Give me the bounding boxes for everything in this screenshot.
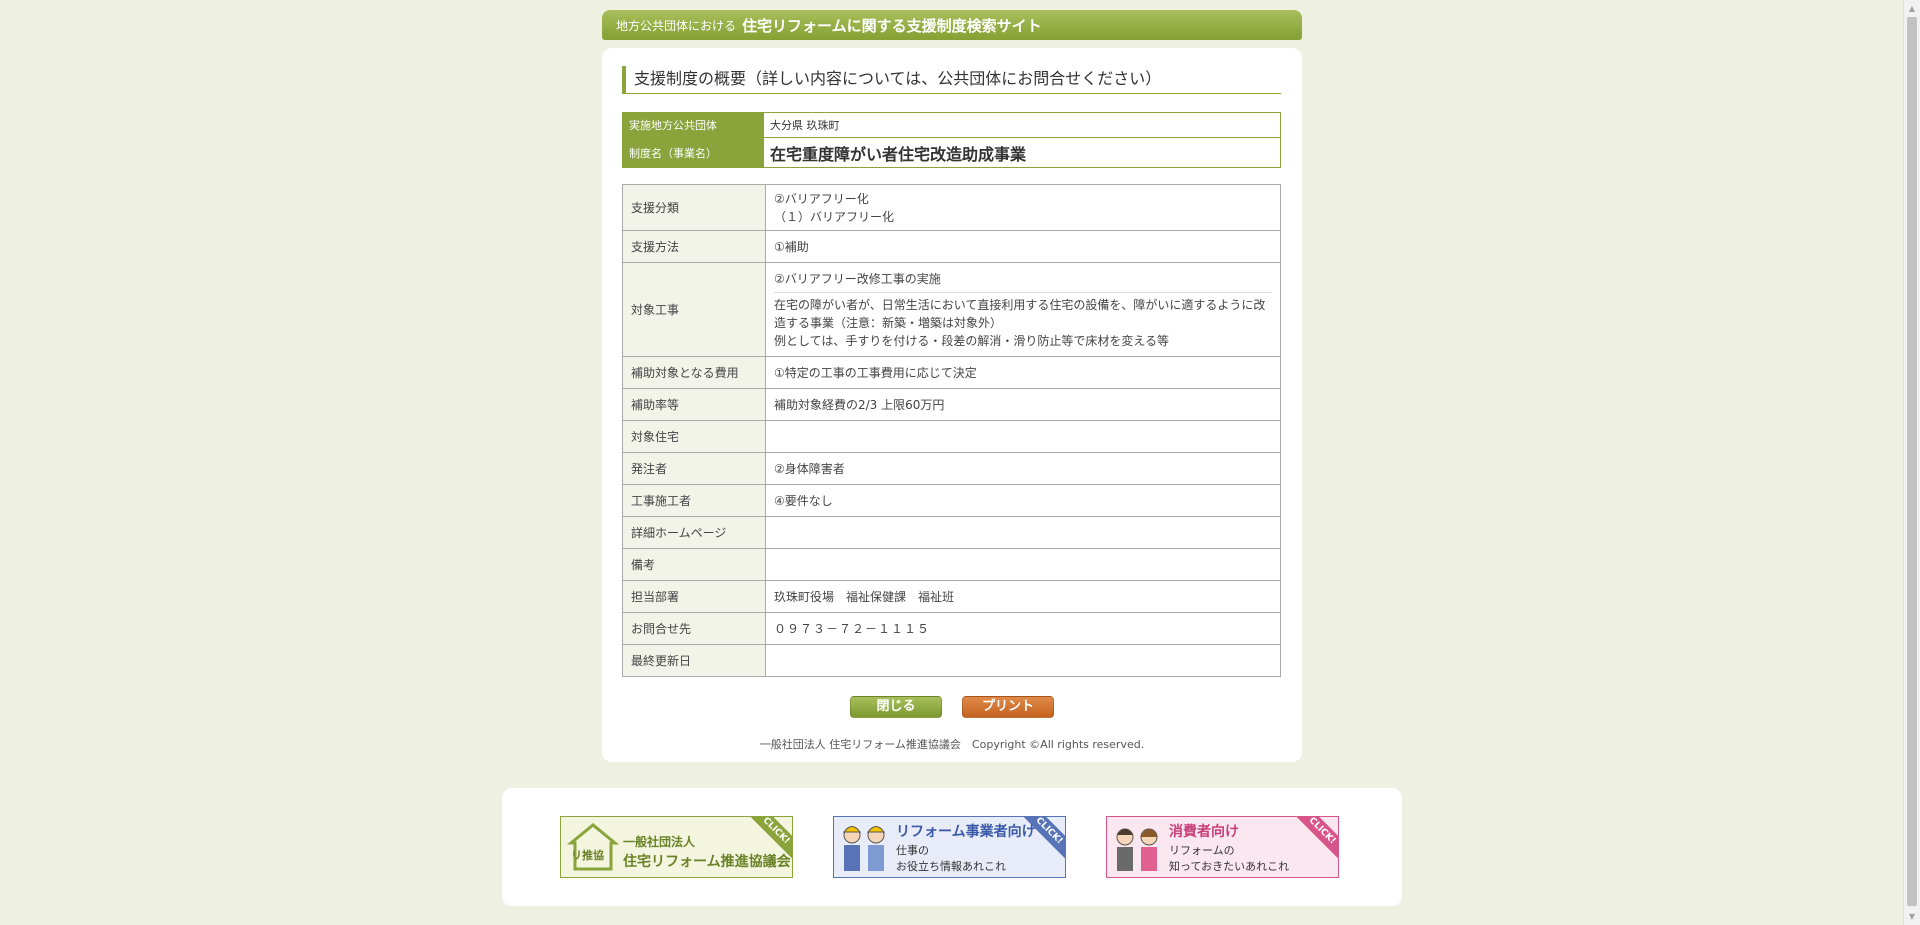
table-row: 発注者 ②身体障害者 [622, 452, 1281, 485]
close-button[interactable]: 閉じる [850, 696, 942, 718]
banner-business-line2: 仕事の [896, 844, 929, 857]
banner-association-line1: 一般社団法人 [623, 835, 696, 849]
table-row: 備考 [622, 548, 1281, 581]
banner-consumer-line1: 消費者向け [1169, 824, 1239, 840]
banner-association-line2: 住宅リフォーム推進協議会 [623, 854, 791, 870]
rate-value: 補助対象経費の2/3 上限60万円 [765, 388, 1281, 421]
work-value: ②バリアフリー改修工事の実施 在宅の障がい者が、日常生活において直接利用する住宅… [765, 262, 1281, 357]
scroll-thumb[interactable] [1907, 17, 1917, 906]
banner-consumer-line3: 知っておきたいあれこれ [1169, 860, 1290, 873]
banner-consumer[interactable]: CLICK! 消費者向け リフォームの 知っておきたいあれこれ [1106, 816, 1339, 878]
org-value: 大分県 玖珠町 [763, 112, 1281, 138]
summary-row-name: 制度名（事業名） 在宅重度障がい者住宅改造助成事業 [622, 137, 1281, 168]
summary-row-org: 実施地方公共団体 大分県 玖珠町 [622, 112, 1281, 138]
logo-text: リ推協 [571, 849, 604, 862]
remarks-value [765, 548, 1281, 581]
homepage-value[interactable] [765, 516, 1281, 549]
family-icon [1116, 828, 1158, 871]
category-line2: （１）バリアフリー化 [774, 209, 895, 224]
detail-table: 支援分類 ②バリアフリー化 （１）バリアフリー化 支援方法 ①補助 対象工事 ②… [622, 184, 1281, 677]
banner-business[interactable]: CLICK! リフォーム事業者向け 仕事の お役立ち情報あれこれ [833, 816, 1066, 878]
scroll-down-arrow-icon[interactable]: ▼ [1904, 908, 1920, 925]
orderer-value: ②身体障害者 [765, 452, 1281, 485]
banner-consumer-line2: リフォームの [1169, 844, 1235, 857]
banner-association[interactable]: CLICK! リ推協 一般社団法人 住宅リフォーム推進協議会 [560, 816, 793, 878]
table-row: お問合せ先 ０９７３－７２－１１１５ [622, 612, 1281, 645]
category-value: ②バリアフリー化 （１）バリアフリー化 [765, 184, 1281, 231]
banner-business-line1: リフォーム事業者向け [896, 824, 1036, 840]
work-examples: 例としては、手すりを付ける・段差の解消・滑り防止等で床材を変える等 [774, 333, 1170, 348]
copyright: 一般社団法人 住宅リフォーム推進協議会 Copyright ©All right… [759, 738, 1145, 751]
summary-table: 実施地方公共団体 大分県 玖珠町 制度名（事業名） 在宅重度障がい者住宅改造助成… [622, 112, 1281, 168]
org-label: 実施地方公共団体 [622, 112, 764, 138]
housing-label: 対象住宅 [622, 420, 766, 453]
table-row: 対象住宅 [622, 420, 1281, 453]
print-button[interactable]: プリント [962, 696, 1054, 718]
category-label: 支援分類 [622, 184, 766, 231]
work-label: 対象工事 [622, 262, 766, 357]
cost-label: 補助対象となる費用 [622, 356, 766, 389]
updated-label: 最終更新日 [622, 644, 766, 677]
work-title: ②バリアフリー改修工事の実施 [774, 271, 941, 286]
contact-value: ０９７３－７２－１１１５ [765, 612, 1281, 645]
table-row: 担当部署 玖珠町役場 福祉保健課 福祉班 [622, 580, 1281, 613]
homepage-label: 詳細ホームページ [622, 516, 766, 549]
dept-value: 玖珠町役場 福祉保健課 福祉班 [765, 580, 1281, 613]
category-line1: ②バリアフリー化 [774, 191, 869, 206]
banner-card: CLICK! リ推協 一般社団法人 住宅リフォーム推進協議会 CLICK! リフ… [502, 788, 1402, 906]
housing-value [765, 420, 1281, 453]
method-label: 支援方法 [622, 230, 766, 263]
table-row: 対象工事 ②バリアフリー改修工事の実施 在宅の障がい者が、日常生活において直接利… [622, 262, 1281, 357]
orderer-label: 発注者 [622, 452, 766, 485]
table-row: 補助対象となる費用 ①特定の工事の工事費用に応じて決定 [622, 356, 1281, 389]
contact-label: お問合せ先 [622, 612, 766, 645]
main-card: 支援制度の概要（詳しい内容については、公共団体にお問合せください） 実施地方公共… [602, 48, 1302, 762]
table-row: 詳細ホームページ [622, 516, 1281, 549]
scroll-up-arrow-icon[interactable]: ▲ [1904, 0, 1920, 17]
table-row: 最終更新日 [622, 644, 1281, 677]
banner-business-line3: お役立ち情報あれこれ [896, 860, 1006, 873]
contractor-label: 工事施工者 [622, 484, 766, 517]
cost-value: ①特定の工事の工事費用に応じて決定 [765, 356, 1281, 389]
click-badge: CLICK! [1293, 817, 1338, 860]
program-name: 在宅重度障がい者住宅改造助成事業 [763, 137, 1281, 168]
updated-value [765, 644, 1281, 677]
name-label: 制度名（事業名） [622, 137, 764, 168]
table-row: 支援分類 ②バリアフリー化 （１）バリアフリー化 [622, 184, 1281, 231]
remarks-label: 備考 [622, 548, 766, 581]
vertical-scrollbar[interactable]: ▲ ▼ [1903, 0, 1920, 925]
header-title: 住宅リフォームに関する支援制度検索サイト [742, 16, 1042, 35]
table-row: 支援方法 ①補助 [622, 230, 1281, 263]
rate-label: 補助率等 [622, 388, 766, 421]
workers-icon [843, 826, 885, 871]
work-description: 在宅の障がい者が、日常生活において直接利用する住宅の設備を、障がいに適するように… [774, 291, 1272, 332]
contractor-value: ④要件なし [765, 484, 1281, 517]
header-prefix: 地方公共団体における [616, 18, 737, 33]
dept-label: 担当部署 [622, 580, 766, 613]
site-header: 地方公共団体における 住宅リフォームに関する支援制度検索サイト [602, 10, 1302, 40]
table-row: 工事施工者 ④要件なし [622, 484, 1281, 517]
table-row: 補助率等 補助対象経費の2/3 上限60万円 [622, 388, 1281, 421]
section-title: 支援制度の概要（詳しい内容については、公共団体にお問合せください） [622, 66, 1281, 94]
method-value: ①補助 [765, 230, 1281, 263]
